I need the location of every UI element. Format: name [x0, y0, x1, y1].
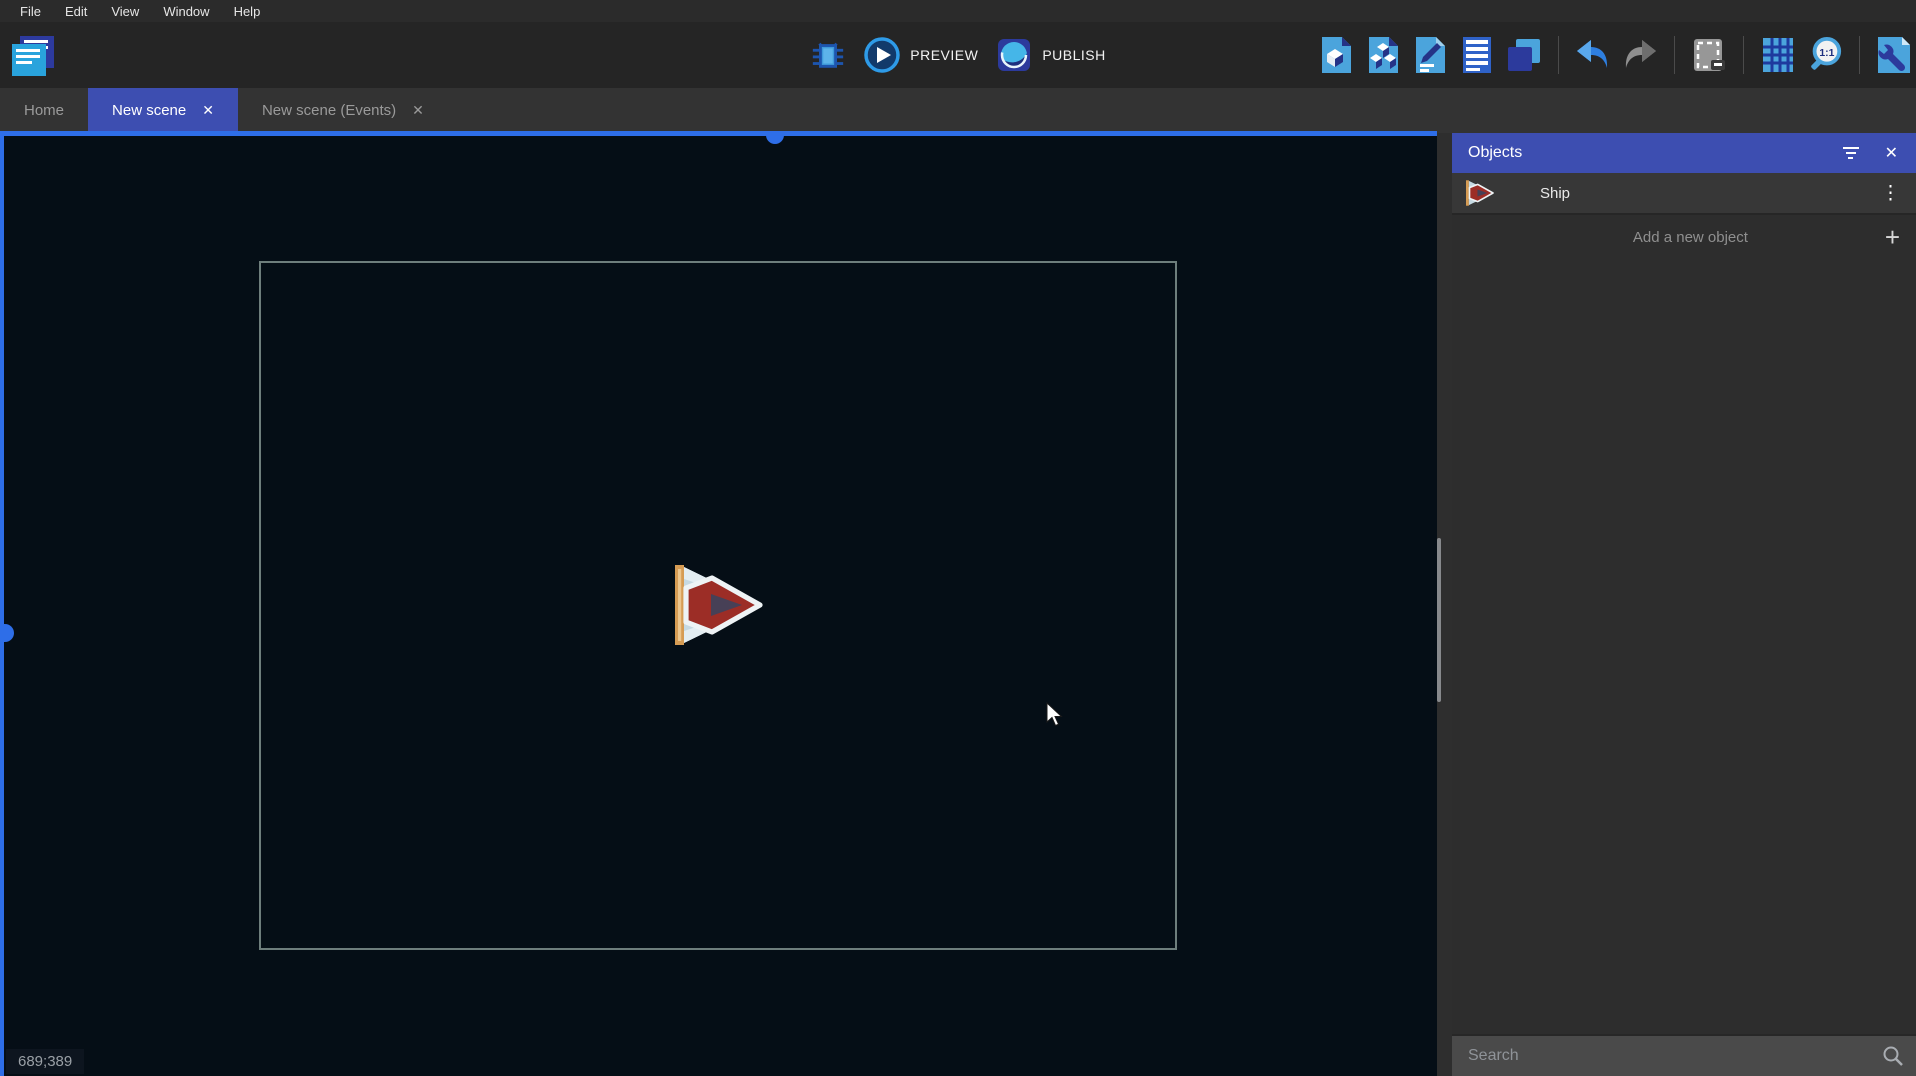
publish-label: PUBLISH [1042, 47, 1105, 63]
debug-button[interactable] [810, 34, 846, 76]
instances-list-button[interactable] [1506, 34, 1542, 76]
kebab-menu-icon[interactable]: ⋮ [1881, 184, 1900, 203]
ship-thumbnail-icon [1465, 179, 1495, 207]
menu-edit[interactable]: Edit [53, 2, 99, 21]
menu-bar: File Edit View Window Help [0, 0, 1916, 22]
add-object-label: Add a new object [1468, 229, 1885, 246]
debug-bug-icon [810, 35, 846, 75]
tab-new-scene-events-label: New scene (Events) [262, 102, 396, 119]
settings-button[interactable] [1876, 34, 1912, 76]
tab-new-scene-label: New scene [112, 102, 186, 119]
play-icon [864, 37, 900, 73]
menu-help[interactable]: Help [222, 2, 273, 21]
tab-new-scene[interactable]: New scene ✕ [88, 88, 238, 133]
filter-lines-glyph [1843, 147, 1859, 159]
delete-selection-button[interactable] [1691, 34, 1727, 76]
panel-close-icon[interactable]: ✕ [1885, 143, 1898, 163]
object-groups-edit-icon [1413, 35, 1447, 75]
tab-home-label: Home [24, 102, 64, 119]
tab-new-scene-events[interactable]: New scene (Events) ✕ [238, 88, 448, 133]
preview-label: PREVIEW [910, 47, 978, 63]
layers-list-button[interactable] [1459, 34, 1495, 76]
scene-properties-icon [1319, 35, 1353, 75]
undo-button[interactable] [1575, 34, 1611, 76]
toolbar-separator [1558, 36, 1559, 74]
objects-panel: Objects ✕ Ship ⋮ Add a new object + [1452, 133, 1916, 1076]
grid-icon [1760, 36, 1796, 74]
mouse-cursor [1046, 702, 1065, 730]
grid-button[interactable] [1760, 34, 1796, 76]
redo-arrow-icon [1622, 38, 1658, 72]
editor-tab-bar: Home New scene ✕ New scene (Events) ✕ [0, 88, 1916, 133]
publish-button[interactable]: PUBLISH [996, 37, 1105, 73]
object-groups-button[interactable] [1412, 34, 1448, 76]
publish-globe-icon [996, 37, 1032, 73]
objects-list-button[interactable] [1365, 34, 1401, 76]
settings-wrench-icon [1876, 35, 1912, 75]
menu-file[interactable]: File [8, 2, 53, 21]
search-input[interactable] [1456, 1047, 1882, 1065]
cursor-coordinates: 689;389 [6, 1049, 84, 1074]
toolbar-separator [1674, 36, 1675, 74]
redo-button[interactable] [1622, 34, 1658, 76]
add-new-object-button[interactable]: Add a new object + [1452, 215, 1916, 259]
zoom-1-1-icon: 1:1 [1807, 35, 1843, 75]
delete-selection-icon [1691, 36, 1727, 74]
objects-panel-header: Objects ✕ [1452, 133, 1916, 173]
zoom-ratio-text: 1:1 [1819, 48, 1834, 59]
menu-window[interactable]: Window [151, 2, 221, 21]
object-list-item-ship[interactable]: Ship ⋮ [1452, 173, 1916, 215]
object-name-label: Ship [1540, 185, 1881, 202]
ship-sprite-instance[interactable] [672, 561, 766, 649]
layers-list-icon [1460, 35, 1494, 75]
plus-icon: + [1885, 224, 1900, 250]
object-search-bar [1452, 1034, 1916, 1076]
vertical-scrollbar[interactable] [0, 136, 4, 1076]
scene-properties-button[interactable] [1318, 34, 1354, 76]
panel-scrollbar-thumb[interactable] [1437, 538, 1441, 702]
menu-view[interactable]: View [99, 2, 151, 21]
main-toolbar: PREVIEW PUBLISH [0, 22, 1916, 88]
undo-arrow-icon [1575, 38, 1611, 72]
zoom-original-button[interactable]: 1:1 [1807, 34, 1843, 76]
horizontal-scrollbar[interactable] [0, 131, 1437, 136]
tab-home[interactable]: Home [0, 88, 88, 133]
scene-editor-canvas[interactable]: 689;389 [0, 136, 1437, 1076]
search-icon[interactable] [1882, 1045, 1904, 1067]
objects-panel-title: Objects [1468, 144, 1817, 162]
instances-list-icon [1506, 35, 1542, 75]
toolbar-separator [1859, 36, 1860, 74]
toolbar-separator [1743, 36, 1744, 74]
objects-panel-body[interactable] [1452, 259, 1916, 1034]
filter-icon[interactable] [1843, 147, 1859, 159]
preview-button[interactable]: PREVIEW [864, 37, 978, 73]
tab-close-icon[interactable]: ✕ [412, 102, 424, 119]
tab-close-icon[interactable]: ✕ [202, 102, 214, 119]
objects-list-icon [1366, 35, 1400, 75]
